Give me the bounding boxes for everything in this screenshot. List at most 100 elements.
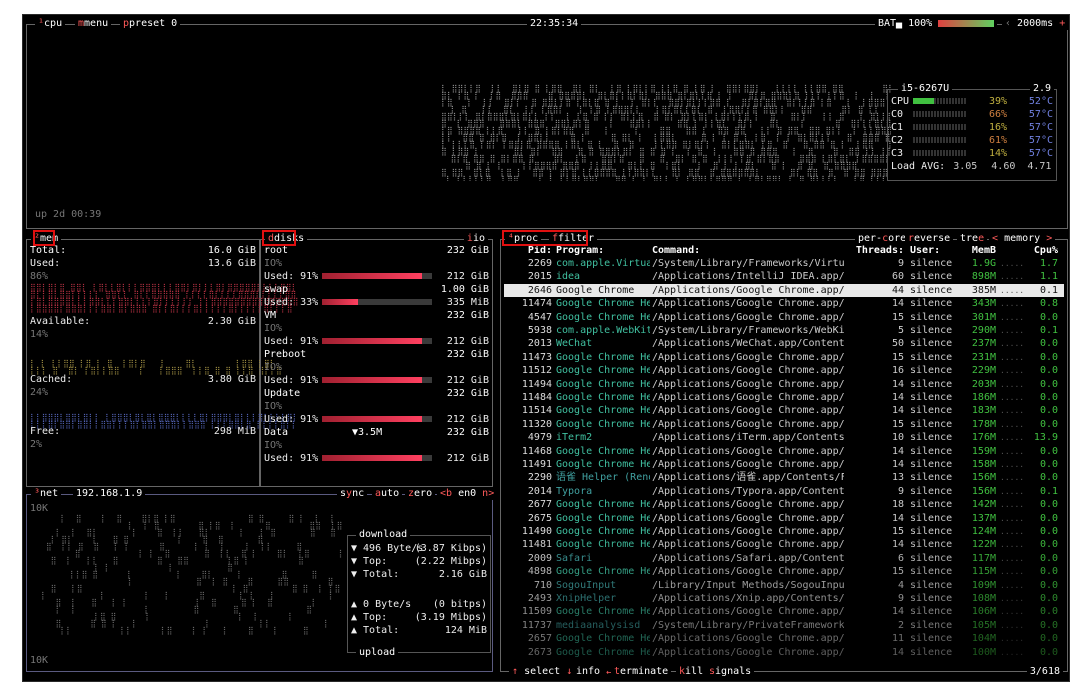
terminal-window: ¹cpu mmenu ppreset 0 22:35:34 BAT▄ 100% … [22,14,1070,682]
download-stat: ▼ Top: (2.22 Mibps) [351,555,487,568]
process-row[interactable]: 11494 Google Chrome He/Applications/Googl… [504,378,1064,391]
net-auto-toggle[interactable]: auto [372,488,403,500]
process-row[interactable]: 11514 Google Chrome He/Applications/Googl… [504,404,1064,417]
process-row[interactable]: 4898 Google Chrome He/Applications/Google… [504,565,1064,578]
process-row[interactable]: 11473 Google Chrome He/Applications/Googl… [504,351,1064,364]
net-box: ³net 192.168.1.9 sync auto zero <b en0 n… [26,488,498,672]
process-command: /System/Library/Frameworks/WebKit.framew… [652,325,844,336]
disk-name: Data [264,427,289,438]
process-mem-sparkline: ..... [1000,513,1025,523]
process-row[interactable]: 11509 Google Chrome He/Applications/Googl… [504,605,1064,618]
proc-footer-signals[interactable]: signals [706,666,755,678]
process-row[interactable]: 2009 Safari/Applications/Safari.app/Conte… [504,552,1064,565]
core-percent: 16% [988,122,1007,133]
cpu-title[interactable]: ¹cpu [35,18,66,30]
process-row[interactable]: 2673 Google Chrome He/Applications/Google… [504,646,1064,659]
cpu-core-row: C1 16% 57°C [891,121,1053,134]
process-row[interactable]: 710 SogouInput/Library/Input Methods/Sogo… [504,579,1064,592]
process-command: /Applications/Safari.app/Contents/MacOS/… [652,552,844,564]
net-interface-selector[interactable]: <b en0 n> [437,488,498,500]
process-pid: 11737 [521,619,552,631]
process-row[interactable]: 4979 iTerm2/Applications/iTerm.app/Conten… [504,431,1064,444]
process-row[interactable]: 2493 XnipHelper/Applications/Xnip.app/Con… [504,592,1064,605]
process-row[interactable]: 2646 Google Chrome/Applications/Google Ch… [504,283,1064,297]
preset-button[interactable]: ppreset 0 [120,18,181,30]
update-interval[interactable]: ‹ 2000ms + [1002,18,1069,30]
disk-used-meter [322,338,432,344]
process-row[interactable]: 2013 WeChat/Applications/WeChat.app/Conte… [504,337,1064,350]
process-row[interactable]: 2015 idea/Applications/IntelliJ IDEA.app/… [504,270,1064,283]
download-title: download [356,529,411,541]
disk-io-pct: IO% [264,440,283,451]
process-user: silence [910,365,953,377]
disk-used-label: Used: 91% [264,336,319,347]
process-row[interactable]: 11737 mediaanalysisd/System/Library/Priva… [504,619,1064,632]
process-command: /Library/Input Methods/SogouInput.app/Co… [652,579,844,591]
process-cpu: 0.0 [1039,633,1058,645]
disk-vm: VM 232 GiB [264,309,489,322]
proc-footer-terminate[interactable]: terminate [611,666,672,678]
net-zero-toggle[interactable]: zero [405,488,436,500]
disk-io-pct: IO% [264,258,283,269]
process-user: silence [910,485,953,497]
process-row[interactable]: 2269 com.apple.Virtua/System/Library/Fram… [504,257,1064,270]
process-threads: 16 [891,365,904,377]
process-row[interactable]: 11490 Google Chrome He/Applications/Googl… [504,525,1064,538]
process-threads: 44 [891,284,904,296]
process-program: Google Chrome He [556,405,650,417]
process-cpu: 0.0 [1039,512,1058,524]
process-row[interactable]: 11468 Google Chrome He/Applications/Googl… [504,445,1064,458]
process-row[interactable]: 11481 Google Chrome He/Applications/Googl… [504,538,1064,551]
process-threads: 11 [891,633,904,645]
process-row[interactable]: 2014 Typora/Applications/Typora.app/Conte… [504,485,1064,498]
process-pid: 11320 [521,418,552,430]
process-row[interactable]: 2677 Google Chrome He/Applications/Google… [504,498,1064,511]
process-mem: 301M [971,311,996,323]
core-temp: 57°C [1028,109,1053,120]
process-command: /Applications/Google Chrome.app/Contents… [652,311,844,323]
process-row[interactable]: 2675 Google Chrome He/Applications/Google… [504,512,1064,525]
process-row[interactable]: 11491 Google Chrome He/Applications/Googl… [504,458,1064,471]
process-program: Google Chrome He [556,378,650,390]
menu-button[interactable]: mmenu [75,18,112,30]
process-row[interactable]: 2657 Google Chrome He/Applications/Google… [504,632,1064,645]
process-pid: 11509 [521,606,552,618]
uptime: up 2d 00:39 [35,209,102,220]
process-row[interactable]: 11512 Google Chrome He/Applications/Googl… [504,364,1064,377]
process-program: SogouInput [556,579,617,591]
process-user: silence [910,445,953,457]
process-command: /Applications/Google Chrome.app/Contents… [652,351,844,363]
process-program: Google Chrome He [556,646,650,658]
process-row[interactable]: 11320 Google Chrome He/Applications/Googl… [504,418,1064,431]
disk-used-value: 335 MiB [446,297,489,308]
process-cpu: 13.9 [1033,432,1058,444]
disk-size: 232 GiB [446,388,489,399]
process-row[interactable]: 2290 语雀 Helper (Rende/Applications/语雀.app… [504,471,1064,484]
core-meter [913,98,967,104]
process-threads: 10 [891,432,904,444]
process-row[interactable]: 5938 com.apple.WebKit/System/Library/Fram… [504,324,1064,337]
proc-footer-kill[interactable]: kill [676,666,707,678]
proc-footer-select[interactable]: ↑ select ↓ [509,666,576,678]
process-pid: 4547 [527,311,552,323]
process-program: Google Chrome He [556,311,650,323]
upload-stat-value: 124 MiB [444,625,487,636]
process-program: idea [556,271,581,283]
cpu-core-row: C3 14% 57°C [891,147,1053,160]
process-threads: 14 [891,646,904,658]
proc-footer-info[interactable]: info ↵ [573,666,616,678]
core-meter [913,111,967,117]
process-pid: 2269 [527,258,552,269]
process-row[interactable]: 11484 Google Chrome He/Applications/Googl… [504,391,1064,404]
cpu-core-row: C2 61% 57°C [891,134,1053,147]
process-row[interactable]: 4547 Google Chrome He/Applications/Google… [504,311,1064,324]
process-cpu: 0.0 [1039,378,1058,390]
net-title[interactable]: ³net [31,488,62,500]
net-sync-toggle[interactable]: sync [337,488,368,500]
disk-data: Data 232 GiB ▼3.5M [264,426,489,439]
process-threads: 14 [891,298,904,310]
process-row[interactable]: 11474 Google Chrome He/Applications/Googl… [504,297,1064,310]
process-program: iTerm2 [556,432,593,444]
process-command: /Applications/Google Chrome.app/Contents… [652,512,844,524]
process-cpu: 0.0 [1039,526,1058,537]
